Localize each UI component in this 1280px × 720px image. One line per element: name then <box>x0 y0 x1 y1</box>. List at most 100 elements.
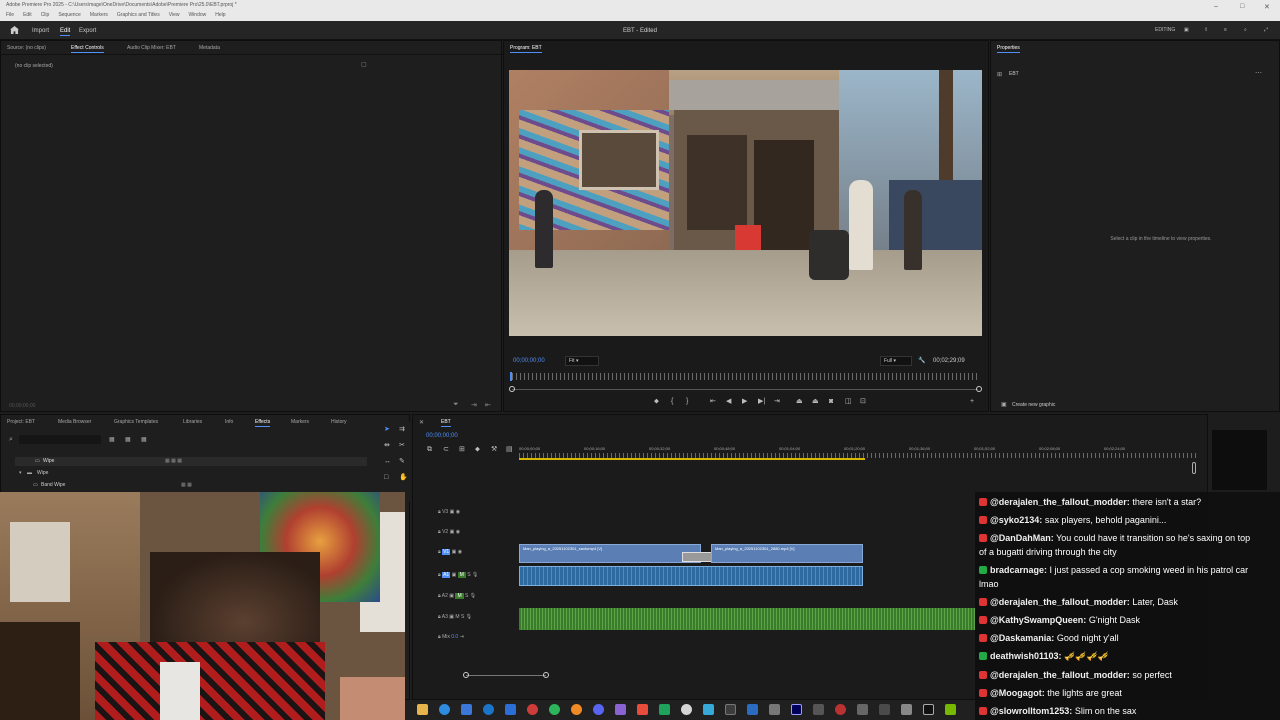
app-icon[interactable] <box>901 704 912 715</box>
zoom-handle-end[interactable] <box>543 672 549 678</box>
tab-import[interactable]: Import <box>32 28 49 34</box>
timeline-zoom-bar[interactable] <box>466 675 546 676</box>
slip-tool-icon[interactable]: ↔ <box>384 458 391 466</box>
app-icon[interactable] <box>879 704 890 715</box>
fullscreen-icon[interactable]: ⤢ <box>1264 27 1268 33</box>
extract-icon[interactable]: ⏏ <box>812 398 819 406</box>
pen-tool-icon[interactable]: ✎ <box>399 458 405 466</box>
track-v2[interactable]: 🔒︎ V2 ▣ ◉ <box>438 529 460 535</box>
track-select-icon[interactable]: ⇉ <box>399 426 405 434</box>
tab-info[interactable]: Info <box>225 419 233 425</box>
go-to-out-icon[interactable]: ⇥ <box>774 398 780 406</box>
step-back-icon[interactable]: ◀ <box>726 398 731 406</box>
rectangle-tool-icon[interactable]: □ <box>384 474 388 482</box>
tab-program[interactable]: Program: EBT <box>510 45 542 53</box>
share-icon[interactable]: ⇪ <box>1204 27 1208 33</box>
program-ruler[interactable] <box>512 373 978 380</box>
tab-properties[interactable]: Properties <box>997 45 1020 53</box>
tab-media-browser[interactable]: Media Browser <box>58 419 91 425</box>
create-graphic-icon[interactable]: ▣ <box>1001 401 1007 408</box>
scrubber-start-handle[interactable] <box>509 386 515 392</box>
app-icon[interactable] <box>725 704 736 715</box>
app-icon[interactable] <box>857 704 868 715</box>
lock-icon[interactable]: 🔒︎ <box>438 593 441 599</box>
tab-edit[interactable]: Edit <box>60 28 71 36</box>
tab-graphics-templates[interactable]: Graphics Templates <box>114 419 158 425</box>
playhead[interactable] <box>510 372 512 381</box>
audio-clip-a3[interactable] <box>519 608 975 630</box>
timeline-timecode[interactable]: 00;00;00;00 <box>426 433 458 439</box>
menu-view[interactable]: View <box>169 12 180 18</box>
chevron-down-icon[interactable]: ▾ <box>19 470 22 476</box>
video-clip-2[interactable]: Man_playing_a_20251102301_2880.mp4 [V] <box>711 544 863 563</box>
track-a2[interactable]: 🔒︎ A2 ▣ M S 🎙︎ <box>438 593 476 599</box>
terminal-icon[interactable] <box>923 704 934 715</box>
work-area-bar[interactable] <box>519 458 865 460</box>
snap-icon[interactable]: ⊂ <box>443 446 449 454</box>
close-icon[interactable]: ✕ <box>1264 3 1270 11</box>
mark-out-icon[interactable]: } <box>686 398 688 406</box>
wrench-icon[interactable]: ⚒ <box>491 446 497 454</box>
selection-tool-icon[interactable]: ➤ <box>384 426 390 434</box>
menu-edit[interactable]: Edit <box>23 12 32 18</box>
filter-icon[interactable]: ⏷ <box>453 401 459 409</box>
video-clip-1[interactable]: Man_playing_a_20251102301_saxtomp4 [V] <box>519 544 701 563</box>
search-icon[interactable]: ⌕ <box>9 436 13 444</box>
spotify-icon[interactable] <box>549 704 560 715</box>
tab-markers[interactable]: Markers <box>291 419 309 425</box>
premiere-icon[interactable] <box>791 704 802 715</box>
edge-icon[interactable] <box>439 704 450 715</box>
export-frame-icon[interactable]: ⇥ <box>471 401 477 409</box>
track-a3[interactable]: 🔒︎ A3 ▣ M S 🎙︎ <box>438 614 472 620</box>
discord-icon[interactable] <box>593 704 604 715</box>
audio-clip-a1[interactable] <box>519 566 863 586</box>
track-v3[interactable]: 🔒︎ V3 ▣ ◉ <box>438 509 460 515</box>
go-to-in-icon[interactable]: ⇤ <box>710 398 716 406</box>
menu-file[interactable]: File <box>6 12 14 18</box>
hand-tool-icon[interactable]: ✋ <box>399 474 408 482</box>
workspace-label[interactable]: EDITING <box>1155 27 1175 33</box>
home-icon[interactable] <box>10 26 19 34</box>
step-forward-icon[interactable]: ▶| <box>758 398 765 406</box>
menu-help[interactable]: Help <box>215 12 225 18</box>
app-icon[interactable] <box>769 704 780 715</box>
firefox-icon[interactable] <box>571 704 582 715</box>
lock-icon[interactable]: 🔒︎ <box>438 634 441 640</box>
vr-icon[interactable]: ⊡ <box>860 398 866 406</box>
list-item[interactable]: ▭ Wipe ▦ ▦ ▦ <box>15 457 367 466</box>
create-graphic-button[interactable]: Create new graphic <box>1012 402 1055 408</box>
nest-icon[interactable]: ⧉ <box>427 446 432 454</box>
yuv-effects-icon[interactable]: ▦ <box>141 436 147 443</box>
lock-icon[interactable]: 🔒︎ <box>438 509 441 515</box>
effects-search-input[interactable] <box>19 435 101 444</box>
app-icon[interactable] <box>703 704 714 715</box>
time-ruler[interactable]: 00;00;00;00 00;00;16;00 00;00;32;00 00;0… <box>510 446 1200 462</box>
workspaces-icon[interactable]: ▣ <box>1184 27 1189 33</box>
menu-window[interactable]: Window <box>188 12 206 18</box>
lock-icon[interactable]: 🔒︎ <box>438 614 441 620</box>
list-item[interactable]: ▾ ▬ Wipe <box>15 469 367 478</box>
playback-resolution-select[interactable]: Full ▾ <box>880 356 912 366</box>
more-options-icon[interactable]: ⋯ <box>1255 69 1262 77</box>
zoom-handle-start[interactable] <box>463 672 469 678</box>
browser-icon[interactable] <box>483 704 494 715</box>
search-icon[interactable]: ⌕ <box>1244 27 1247 33</box>
nvidia-icon[interactable] <box>945 704 956 715</box>
list-item[interactable]: ▭ Band Wipe ▦ ▦ <box>15 481 367 490</box>
lock-icon[interactable]: 🔒︎ <box>438 572 441 578</box>
menu-clip[interactable]: Clip <box>41 12 50 18</box>
32bit-effects-icon[interactable]: ▦ <box>125 436 131 443</box>
zoom-fit-select[interactable]: Fit ▾ <box>565 356 599 366</box>
mute-icon[interactable]: M <box>455 593 464 599</box>
menu-markers[interactable]: Markers <box>90 12 108 18</box>
tab-project[interactable]: Project: EBT <box>7 419 35 425</box>
add-marker-icon[interactable]: ⬥ <box>654 398 659 406</box>
scrubber-end-handle[interactable] <box>976 386 982 392</box>
toggle-icon[interactable]: ⇤ <box>485 401 491 409</box>
twitch-icon[interactable] <box>615 704 626 715</box>
add-button-icon[interactable]: + <box>970 398 974 406</box>
tab-source[interactable]: Source: (no clips) <box>7 45 46 51</box>
maximize-icon[interactable]: □ <box>1240 3 1244 10</box>
play-icon[interactable]: ▶ <box>742 398 747 406</box>
track-v1[interactable]: 🔒︎ V1 ▣ ◉ <box>438 549 462 555</box>
